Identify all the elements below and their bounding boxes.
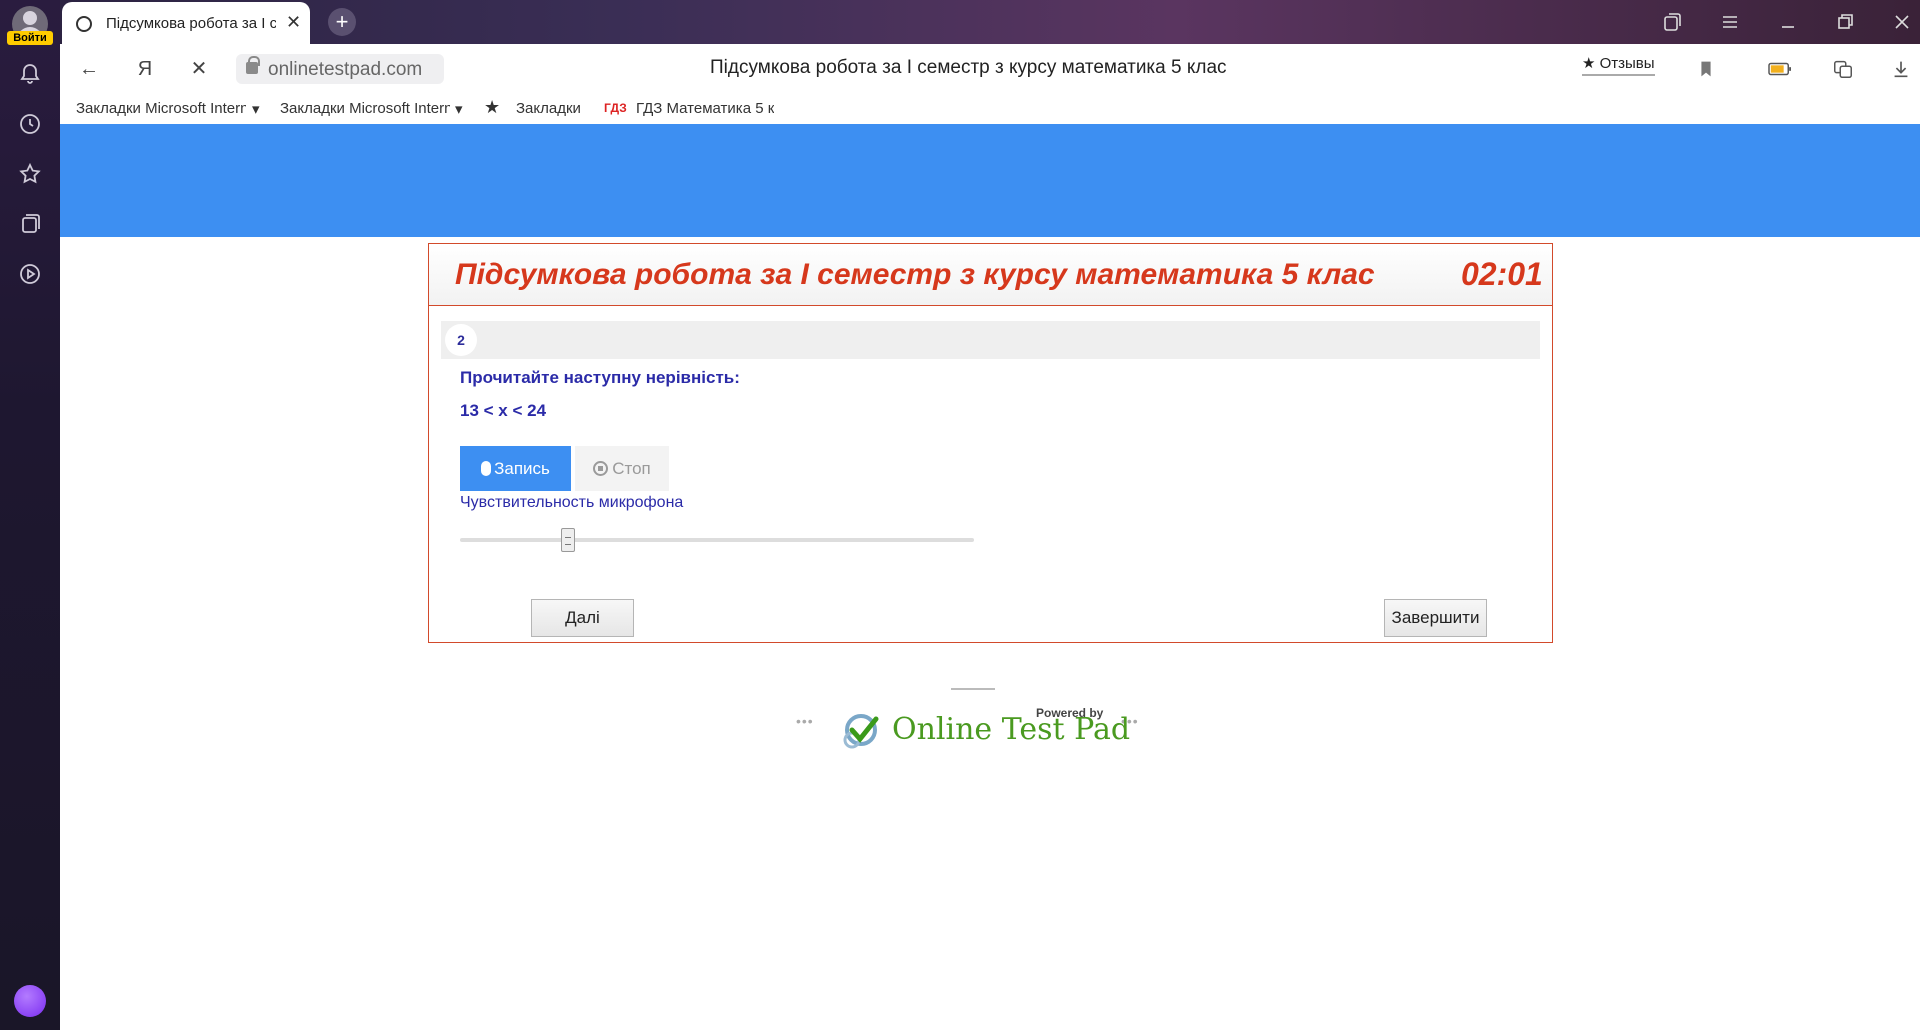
footer-dots-left: •••: [796, 713, 814, 729]
tab-close-icon[interactable]: ✕: [286, 12, 301, 33]
bookmark-folder-bookmarks[interactable]: Закладки: [516, 100, 581, 117]
record-button[interactable]: Запись: [460, 446, 571, 491]
chevron-down-icon[interactable]: ▾: [455, 100, 463, 118]
battery-icon[interactable]: [1766, 58, 1794, 80]
url-text: onlinetestpad.com: [268, 59, 423, 80]
reviews-button[interactable]: ★ Отзывы: [1582, 54, 1655, 76]
collections-icon[interactable]: [18, 212, 42, 236]
mic-sensitivity-label: Чувствительность микрофона: [460, 494, 684, 511]
tab-manager-icon[interactable]: [1660, 10, 1684, 34]
record-label: Запись: [494, 458, 550, 478]
online-test-pad-brand[interactable]: Online Test Pad: [892, 712, 1130, 747]
bell-icon[interactable]: [18, 62, 42, 86]
page-title: Підсумкова робота за І семестр з курсу м…: [710, 57, 1227, 78]
chevron-down-icon[interactable]: ▾: [252, 100, 260, 118]
test-title: Підсумкова робота за І семестр з курсу м…: [455, 258, 1375, 291]
star-icon[interactable]: [18, 162, 42, 186]
test-header: Підсумкова робота за І семестр з курсу м…: [429, 244, 1552, 306]
microphone-icon: [481, 460, 492, 476]
bookmark-folder-ie-1[interactable]: Закладки Microsoft Internet Explorer: [76, 100, 246, 117]
question-number: 2: [445, 324, 477, 356]
lock-icon[interactable]: [246, 56, 260, 74]
menu-icon[interactable]: [1718, 10, 1742, 34]
question-expression: 13 < x < 24: [460, 401, 547, 420]
play-circle-icon[interactable]: [18, 262, 42, 286]
history-clock-icon[interactable]: [18, 112, 42, 136]
page-header-banner: [60, 124, 1920, 237]
slider-handle[interactable]: [560, 528, 575, 552]
stop-button[interactable]: Стоп: [575, 446, 669, 491]
question-bar: 2: [441, 321, 1540, 359]
question-text: Прочитайте наступну нерівність:: [460, 368, 740, 387]
test-timer: 02:01: [1461, 256, 1543, 292]
login-badge[interactable]: Войти: [7, 31, 53, 45]
alice-assistant-icon[interactable]: [14, 985, 46, 1017]
online-test-pad-logo-icon[interactable]: [840, 712, 882, 752]
address-bar: ← Я ✕ onlinetestpad.com Підсумкова робот…: [60, 44, 1920, 94]
mic-sensitivity-slider[interactable]: [460, 538, 974, 542]
finish-button[interactable]: Завершити: [1384, 599, 1487, 637]
back-arrow-icon[interactable]: ←: [76, 56, 102, 82]
bookmark-gdz-math[interactable]: ГДЗ Математика 5 клас: [636, 100, 774, 117]
gdz-favicon-icon: ГДЗ: [604, 101, 627, 115]
minimize-icon[interactable]: [1776, 10, 1800, 34]
footer-divider: [951, 688, 995, 690]
stop-label: Стоп: [612, 458, 651, 478]
stop-circle-icon: [593, 460, 609, 476]
download-icon[interactable]: [1890, 58, 1912, 80]
url-field[interactable]: onlinetestpad.com: [236, 54, 444, 84]
yandex-logo-icon[interactable]: Я: [132, 56, 158, 82]
translate-icon[interactable]: [1832, 58, 1854, 80]
bookmarks-star-icon[interactable]: ★: [484, 97, 500, 118]
tab-title: Підсумкова робота за І семестр з курсу м…: [106, 15, 276, 32]
bookmark-icon[interactable]: [1695, 58, 1717, 80]
bookmark-folder-ie-2[interactable]: Закладки Microsoft Internet Explorer: [280, 100, 450, 117]
window-close-icon[interactable]: [1890, 10, 1914, 34]
tab-favicon-icon: [76, 16, 92, 32]
next-button[interactable]: Далі: [531, 599, 634, 637]
test-panel: Підсумкова робота за І семестр з курсу м…: [428, 243, 1553, 643]
tab-bar: Підсумкова робота за І семестр з курсу м…: [60, 0, 1920, 44]
browser-sidebar: Войти: [0, 0, 60, 1030]
tab-active[interactable]: Підсумкова робота за І семестр з курсу м…: [62, 2, 310, 44]
restore-icon[interactable]: [1833, 10, 1857, 34]
bookmarks-bar: Закладки Microsoft Internet Explorer ▾ З…: [60, 94, 1920, 124]
new-tab-button[interactable]: +: [328, 8, 356, 36]
stop-loading-icon[interactable]: ✕: [186, 56, 212, 82]
